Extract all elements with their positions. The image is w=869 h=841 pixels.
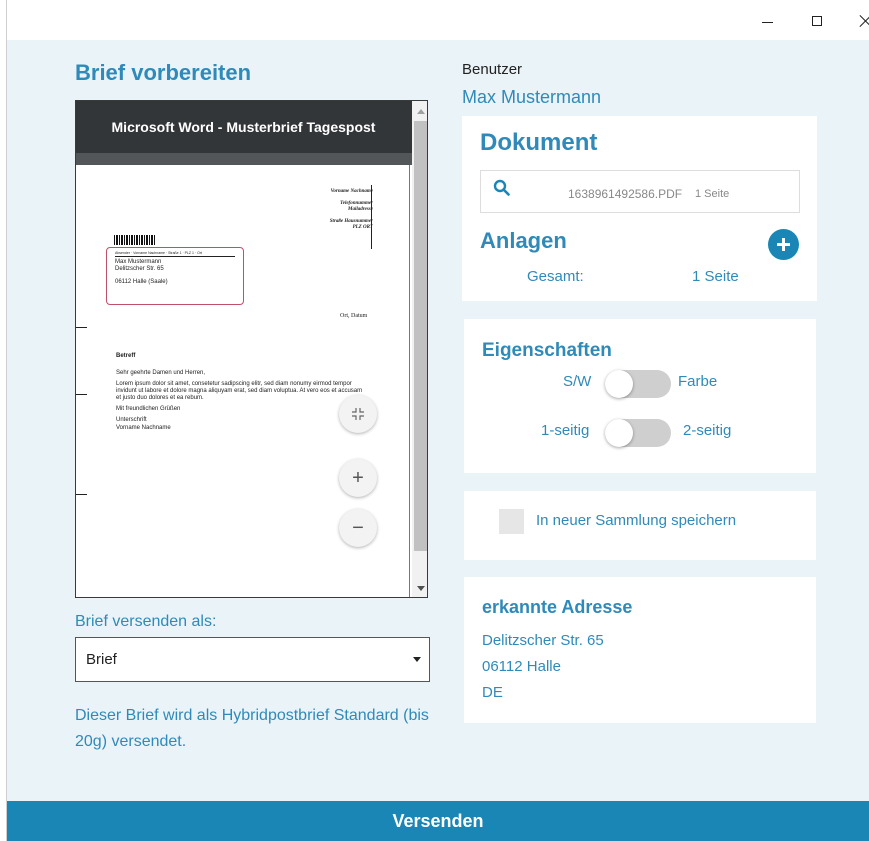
close-button[interactable] [852,8,869,34]
barcode [114,235,156,245]
letter-subject: Betreff [116,353,136,359]
sender-rule [371,185,372,249]
address-sender-line: Absender · Vorname Nachname · Straße 1 ·… [115,251,235,257]
total-value: 1 Seite [692,268,739,285]
app-content: Brief vorbereiten Microsoft Word - Muste… [7,40,869,801]
send-as-value: Brief [86,651,117,668]
minimize-icon [761,21,773,23]
detected-address-city: 06112 Halle [482,658,561,675]
sender-city: PLZ ORT [352,225,373,230]
color-toggle-left-label: S/W [563,373,592,390]
zoom-out-button[interactable]: − [339,509,377,547]
color-toggle-right-label: Farbe [678,373,718,390]
total-label: Gesamt: [527,268,584,285]
search-icon[interactable] [493,179,511,197]
sides-toggle-left-label: 1-seitig [541,422,590,439]
address-line: 06112 Halle (Saale) [115,279,168,285]
save-collection-checkbox[interactable] [499,509,524,534]
address-line: Delitzscher Str. 65 [115,266,164,272]
maximize-button[interactable] [803,8,831,34]
file-name: 1638961492586.PDF [568,187,683,201]
detected-address-country: DE [482,684,503,701]
send-as-label: Brief versenden als: [75,613,217,630]
fold-mark [76,394,87,395]
sides-toggle-row: 1-seitig 2-seitig [464,416,816,447]
chevron-down-icon [413,657,421,662]
letter-signature: Unterschrift [116,417,147,423]
close-icon [860,15,869,27]
attachments-title: Anlagen [480,228,567,253]
user-name: Max Mustermann [462,87,602,107]
ort-datum: Ort, Datum [340,313,368,319]
minimize-button[interactable] [753,8,781,34]
color-toggle[interactable] [605,370,671,398]
address-window: Absender · Vorname Nachname · Straße 1 ·… [106,247,244,305]
scroll-thumb[interactable] [414,121,427,551]
properties-card: Eigenschaften S/W Farbe 1-seitig 2-seiti… [464,319,816,473]
send-button[interactable]: Versenden [7,801,869,841]
maximize-icon [812,16,822,26]
preview-title: Microsoft Word - Musterbrief Tagespost [111,119,376,135]
toggle-knob [605,419,633,447]
user-label: Benutzer [462,61,523,78]
sides-toggle-right-label: 2-seitig [683,422,732,439]
letter-body: Betreff Sehr geehrte Damen und Herren, L… [116,353,366,436]
minus-icon: − [352,516,364,539]
page-title: Brief vorbereiten [75,60,252,85]
file-row[interactable]: 1638961492586.PDF 1 Seite [480,170,800,213]
toggle-knob [605,370,633,398]
preview-header: Microsoft Word - Musterbrief Tagespost [76,101,427,153]
letter-text: Lorem ipsum dolor sit amet, consetetur s… [116,381,363,401]
detected-address-street: Delitzscher Str. 65 [482,632,604,649]
sender-name: Vorname Nachname [330,189,373,194]
send-button-label: Versenden [392,810,484,831]
collection-card: In neuer Sammlung speichern [464,491,816,560]
properties-title: Eigenschaften [482,340,612,361]
detected-address-card: erkannte Adresse Delitzscher Str. 65 061… [464,577,816,723]
sender-block: Vorname Nachname Telefonnummer Mailadres… [330,189,373,231]
preview-scrollbar[interactable] [412,101,427,597]
document-title: Dokument [480,129,598,156]
letter-salutation: Sehr geehrte Damen und Herren, [116,370,206,376]
scroll-down-arrow-icon[interactable] [417,586,425,591]
address-line: Max Mustermann [115,259,162,265]
document-card: Dokument 1638961492586.PDF 1 Seite Anlag… [462,116,817,301]
letter-closing: Mit freundlichen Grüßen [116,406,181,412]
document-preview[interactable]: Microsoft Word - Musterbrief Tagespost V… [75,100,428,598]
detected-address-title: erkannte Adresse [482,597,633,617]
info-text: Dieser Brief wird als Hybridpostbrief St… [75,707,429,750]
fit-page-button[interactable] [339,395,377,433]
preview-toolbar-strip [76,153,413,165]
plus-icon: + [352,466,364,489]
fold-mark [76,494,87,495]
fold-mark [76,327,87,328]
add-attachment-button[interactable] [768,229,799,260]
send-as-select[interactable]: Brief [75,637,430,682]
color-toggle-row: S/W Farbe [464,367,816,398]
sides-toggle[interactable] [605,419,671,447]
scroll-up-arrow-icon[interactable] [417,109,425,114]
zoom-in-button[interactable]: + [339,459,377,497]
letter-name: Vorname Nachname [116,425,171,431]
save-collection-label[interactable]: In neuer Sammlung speichern [536,512,736,529]
collapse-arrows-icon [352,408,364,420]
file-pages: 1 Seite [695,188,730,200]
title-bar [7,0,869,40]
